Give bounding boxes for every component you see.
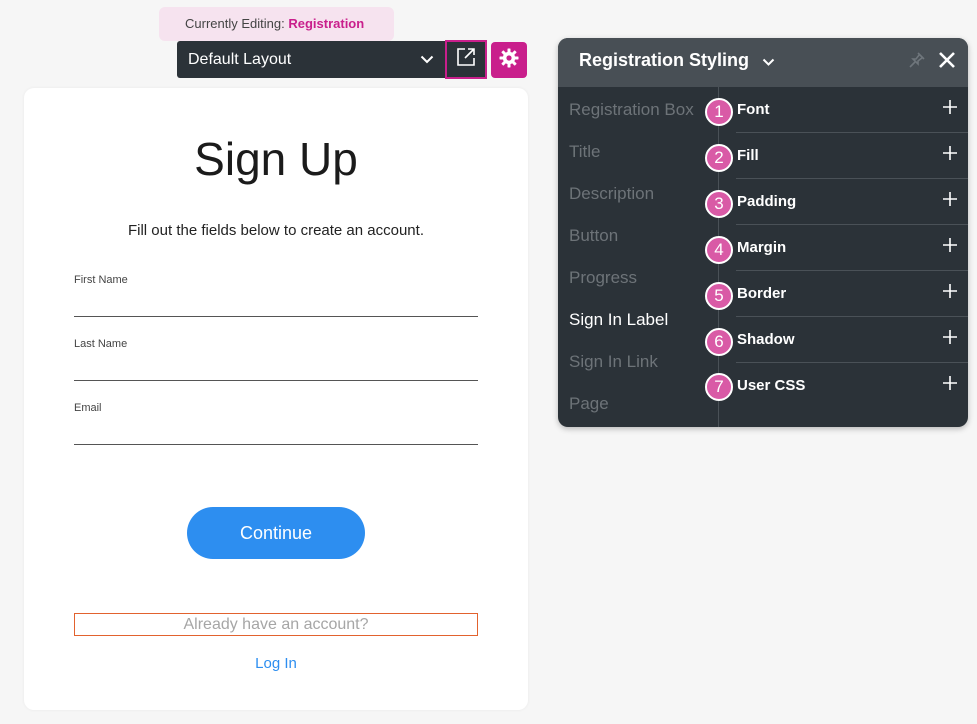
element-item-description[interactable]: Description [558, 171, 718, 213]
callout-badge: 7 [705, 373, 733, 401]
close-icon[interactable] [936, 49, 958, 71]
signup-title: Sign Up [194, 133, 358, 185]
callout-badge: 5 [705, 282, 733, 310]
plus-icon[interactable] [942, 191, 958, 207]
panel-header: Registration Styling [558, 38, 968, 87]
callout-badge: 3 [705, 190, 733, 218]
callout-badge: 4 [705, 236, 733, 264]
property-label: Margin [737, 239, 787, 256]
external-link-icon [456, 47, 476, 72]
continue-button[interactable]: Continue [187, 507, 365, 559]
property-fill[interactable]: Fill [719, 133, 968, 179]
property-shadow[interactable]: Shadow [719, 317, 968, 363]
first-name-input[interactable] [74, 292, 478, 314]
popout-button[interactable] [445, 40, 487, 79]
callout-badge: 2 [705, 144, 733, 172]
first-name-field: First Name [74, 274, 478, 317]
property-padding[interactable]: Padding [719, 179, 968, 225]
element-list: Registration Box Title Description Butto… [558, 87, 718, 423]
property-font[interactable]: Font [719, 87, 968, 133]
property-label: Padding [737, 193, 797, 210]
element-item-button[interactable]: Button [558, 213, 718, 255]
property-list: Font Fill Padding Margin Border Shadow U… [719, 87, 968, 409]
plus-icon[interactable] [942, 375, 958, 391]
plus-icon[interactable] [942, 329, 958, 345]
currently-editing-badge: Currently Editing: Registration [159, 7, 394, 41]
email-field: Email [74, 402, 478, 445]
property-label: Shadow [737, 331, 795, 348]
editing-prefix: Currently Editing: [185, 16, 285, 31]
settings-button[interactable] [491, 42, 527, 78]
first-name-label: First Name [74, 274, 128, 286]
callout-badge: 6 [705, 328, 733, 356]
editing-target: Registration [288, 16, 365, 31]
element-item-progress[interactable]: Progress [558, 255, 718, 297]
element-item-sign-in-link[interactable]: Sign In Link [558, 339, 718, 381]
plus-icon[interactable] [942, 283, 958, 299]
element-item-registration-box[interactable]: Registration Box [558, 87, 718, 129]
property-user-css[interactable]: User CSS [719, 363, 968, 409]
property-label: Fill [737, 147, 759, 164]
callout-badge: 1 [705, 98, 733, 126]
signup-card: Sign Up Fill out the fields below to cre… [24, 88, 528, 710]
chevron-down-icon [419, 41, 435, 78]
email-label: Email [74, 402, 102, 414]
layout-toolbar: Default Layout [177, 40, 487, 79]
property-margin[interactable]: Margin [719, 225, 968, 271]
property-border[interactable]: Border [719, 271, 968, 317]
email-input[interactable] [74, 420, 478, 442]
plus-icon[interactable] [942, 145, 958, 161]
property-label: User CSS [737, 377, 806, 394]
property-label: Border [737, 285, 787, 302]
panel-title: Registration Styling [579, 50, 750, 70]
element-item-title[interactable]: Title [558, 129, 718, 171]
gear-icon [499, 48, 519, 73]
last-name-label: Last Name [74, 338, 128, 350]
last-name-input[interactable] [74, 356, 478, 378]
element-item-page[interactable]: Page [558, 381, 718, 423]
chevron-down-icon [762, 39, 775, 84]
last-name-field: Last Name [74, 338, 478, 381]
styling-panel: Registration Styling Registration Box Ti… [558, 38, 968, 427]
property-label: Font [737, 101, 770, 118]
layout-select[interactable]: Default Layout [177, 41, 443, 78]
panel-title-dropdown[interactable]: Registration Styling [579, 38, 775, 84]
element-item-sign-in-label[interactable]: Sign In Label [558, 297, 718, 339]
sign-in-label[interactable]: Already have an account? [74, 613, 478, 636]
signup-description: Fill out the fields below to create an a… [127, 222, 424, 239]
pin-icon[interactable] [908, 51, 926, 69]
log-in-link[interactable]: Log In [24, 655, 528, 672]
plus-icon[interactable] [942, 99, 958, 115]
layout-select-value: Default Layout [188, 51, 292, 68]
plus-icon[interactable] [942, 237, 958, 253]
